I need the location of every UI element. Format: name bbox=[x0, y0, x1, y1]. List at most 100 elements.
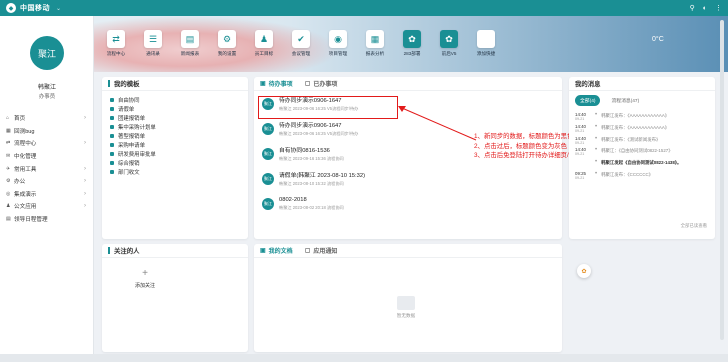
sidebar-item-label: 常用工具 bbox=[14, 166, 37, 173]
sidebar-item[interactable]: ▤ 领导日程管理 bbox=[0, 213, 94, 226]
user-role: 办事员 bbox=[38, 94, 56, 100]
message-text: 韩聚江发布：《AAAAAAAAAAAA》 bbox=[601, 124, 670, 130]
chevron-right-icon: › bbox=[84, 203, 86, 210]
quick-app-bar: ⇄ 流程中心 ☰ 通讯录 ▤ 新闻报表 ⚙ 我的设置 ♟ 员工目标 ✔ 会议管理 ◉ 项目管理 ▦ 报表分析 ✿… bbox=[104, 30, 498, 57]
floating-assistant-button[interactable]: ✿ bbox=[577, 264, 591, 278]
app-label: 新闻报表 bbox=[180, 51, 200, 56]
todo-title[interactable]: 0802-2018 bbox=[279, 197, 344, 203]
app-shortcut[interactable]: ✔ 会议管理 bbox=[289, 30, 313, 57]
message-tab[interactable]: 流程消息(47) bbox=[606, 95, 644, 106]
app-shortcut[interactable]: ⇄ 流程中心 bbox=[104, 30, 128, 57]
sidebar-item[interactable]: ✈ 常用工具 › bbox=[0, 162, 94, 175]
app-shortcut[interactable]: ✿ 前后V5 bbox=[437, 30, 461, 57]
todo-tabs: ▣ 待办事项 ▢ 已办事项 bbox=[260, 79, 337, 88]
message-hour: 14:40 bbox=[575, 135, 586, 141]
app-shortcut[interactable]: 添加快捷 bbox=[474, 30, 498, 57]
chevron-right-icon: › bbox=[84, 140, 86, 147]
message-item[interactable]: 14:40 09-21 • 韩聚江发布：《AAAAAAAAAAAA》 bbox=[569, 122, 715, 134]
chevron-right-icon: › bbox=[84, 190, 86, 197]
bullet-icon: • bbox=[595, 123, 598, 130]
app-icon bbox=[477, 30, 495, 48]
message-item[interactable]: 09:25 09-21 • 韩聚江发布：《CCCCCC》 bbox=[569, 169, 715, 181]
chevron-down-icon[interactable]: ⌄ bbox=[56, 5, 61, 12]
menu-icon: ⌂ bbox=[6, 115, 10, 122]
sidebar-item[interactable]: ◎ 集成演示 › bbox=[0, 188, 94, 201]
menu-icon: ▤ bbox=[6, 216, 11, 223]
templates-list: 自由协同 请假单 团建报销单 集中采购计划单 著型报销单 采购申请单 研发费用审批单 综合报销… bbox=[102, 91, 248, 176]
app-shortcut[interactable]: ♟ 员工目标 bbox=[252, 30, 276, 57]
tab-icon: ▢ bbox=[304, 81, 311, 87]
todo-title[interactable]: 待办同步演示0906-1647 bbox=[279, 120, 358, 129]
tab-label: 我的文档 bbox=[268, 249, 293, 255]
settings-icon[interactable]: ⋮ bbox=[715, 4, 722, 12]
message-text: 韩聚江发布：《AAAAAAAAAAAA》 bbox=[601, 113, 670, 118]
app-shortcut[interactable]: ▦ 报表分析 bbox=[363, 30, 387, 57]
app-label: 通讯录 bbox=[146, 51, 160, 56]
app-shortcut[interactable]: ✿ 283部署 bbox=[400, 30, 424, 57]
todo-item[interactable]: 聚江 请假单(韩聚江 2023-08-10 15:32) 韩聚江 2023-08-1… bbox=[254, 166, 562, 191]
message-item[interactable]: 14:40 09-21 • 韩聚江发布：《AAAAAAAAAAAA》 bbox=[569, 110, 715, 122]
template-item[interactable]: 著型报销单 bbox=[102, 131, 248, 140]
docs-tabs: ▣ 我的文档 ▢ 应用通知 bbox=[260, 246, 337, 255]
app-icon: ◉ bbox=[329, 30, 347, 48]
app-label: 添加快捷 bbox=[476, 51, 496, 56]
brand-logo-icon: ◆ bbox=[6, 3, 16, 13]
bullet-icon: • bbox=[595, 159, 598, 166]
mark-all-read-link[interactable]: 全部已读查看 bbox=[681, 223, 707, 229]
sidebar-item[interactable]: ⌂ 首页 › bbox=[0, 112, 94, 125]
sidebar-item[interactable]: ▦ 回测bug bbox=[0, 125, 94, 138]
todo-item[interactable]: 聚江 0802-2018 韩聚江 2023-08-02 20:18 流程协同 bbox=[254, 191, 562, 216]
message-time: 09:25 09-21 bbox=[575, 171, 591, 181]
avatar: 聚江 bbox=[262, 197, 274, 210]
tab-todo-0[interactable]: ▣ 待办事项 bbox=[260, 79, 293, 88]
todo-title[interactable]: 自有协同0816-1536 bbox=[279, 145, 344, 154]
message-item[interactable]: • 韩聚江发起《自由协同测试0822-1438》。 bbox=[569, 157, 715, 169]
message-item[interactable]: 14:40 09-21 • 韩聚江发布：《测试新闻发布》 bbox=[569, 134, 715, 146]
app-icon: ⇄ bbox=[107, 30, 125, 48]
empty-state: 暂无数据 bbox=[388, 296, 424, 319]
app-icon: ▤ bbox=[181, 30, 199, 48]
sidebar-item-label: 中化管理 bbox=[14, 154, 37, 161]
template-item[interactable]: 采购申请单 bbox=[102, 140, 248, 149]
tab-todo-1[interactable]: ▢ 已办事项 bbox=[305, 79, 338, 88]
sidebar-item-label: 流程中心 bbox=[14, 141, 37, 148]
app-shortcut[interactable]: ▤ 新闻报表 bbox=[178, 30, 202, 57]
brand-name: 中国移动 bbox=[20, 5, 50, 12]
menu-icon: ✈ bbox=[6, 165, 11, 172]
message-text: 韩聚江发布：《测试新闻发布》 bbox=[601, 136, 661, 142]
tab-docs-1[interactable]: ▢ 应用通知 bbox=[305, 246, 338, 255]
tab-docs-0[interactable]: ▣ 我的文档 bbox=[260, 246, 293, 255]
message-text: 韩聚江：《自由协同测试0822-1527》 bbox=[601, 148, 673, 154]
search-icon[interactable]: ⚲ bbox=[690, 4, 695, 12]
sidebar-item[interactable]: ♟ 公文应用 › bbox=[0, 200, 94, 213]
sidebar-item[interactable]: ✉ 中化管理 bbox=[0, 150, 94, 163]
scrollbar[interactable] bbox=[720, 20, 724, 340]
sidebar: 聚江 韩聚江 办事员 ⌂ 首页 › ▦ 回测bug ⇄ 流程中心 › ✉ 中化管理 ✈ 常用工具 › ⚙ 办… bbox=[0, 16, 94, 356]
bullet-icon: • bbox=[595, 135, 598, 142]
sidebar-item[interactable]: ⚙ 办公 › bbox=[0, 175, 94, 188]
tab-icon: ▢ bbox=[304, 248, 311, 254]
sidebar-item-label: 领导日程管理 bbox=[14, 217, 48, 224]
app-shortcut[interactable]: ☰ 通讯录 bbox=[141, 30, 165, 57]
user-icon[interactable]: ◐ bbox=[703, 5, 707, 12]
template-item[interactable]: 研发费用审批单 bbox=[102, 149, 248, 158]
avatar[interactable]: 聚江 bbox=[30, 36, 64, 70]
bullet-icon: • bbox=[595, 112, 598, 118]
template-item[interactable]: 请假单 bbox=[102, 104, 248, 113]
chevron-right-icon: › bbox=[84, 115, 86, 122]
add-follow-button[interactable]: + 添加关注 bbox=[130, 268, 160, 289]
app-shortcut[interactable]: ⚙ 我的设置 bbox=[215, 30, 239, 57]
template-item[interactable]: 团建报销单 bbox=[102, 113, 248, 122]
top-bar: ◆ 中国移动 ⌄ ⚲ ◐ ⋮ bbox=[0, 0, 728, 16]
message-item[interactable]: 14:40 09-21 • 韩聚江：《自由协同测试0822-1527》 bbox=[569, 145, 715, 157]
message-tab[interactable]: 全部(4) bbox=[575, 95, 601, 106]
template-item[interactable]: 集中采购计划单 bbox=[102, 122, 248, 131]
template-item[interactable]: 综合报销 bbox=[102, 158, 248, 167]
todo-title[interactable]: 请假单(韩聚江 2023-08-10 15:32) bbox=[279, 170, 365, 179]
template-item[interactable]: 自由协同 bbox=[102, 95, 248, 104]
message-text: 韩聚江发布：《CCCCCC》 bbox=[601, 171, 654, 177]
sidebar-item[interactable]: ⇄ 流程中心 › bbox=[0, 137, 94, 150]
messages-tabs: 全部(4) 流程消息(47) bbox=[569, 91, 715, 110]
app-shortcut[interactable]: ◉ 项目管理 bbox=[326, 30, 350, 57]
template-item[interactable]: 部门收文 bbox=[102, 167, 248, 176]
